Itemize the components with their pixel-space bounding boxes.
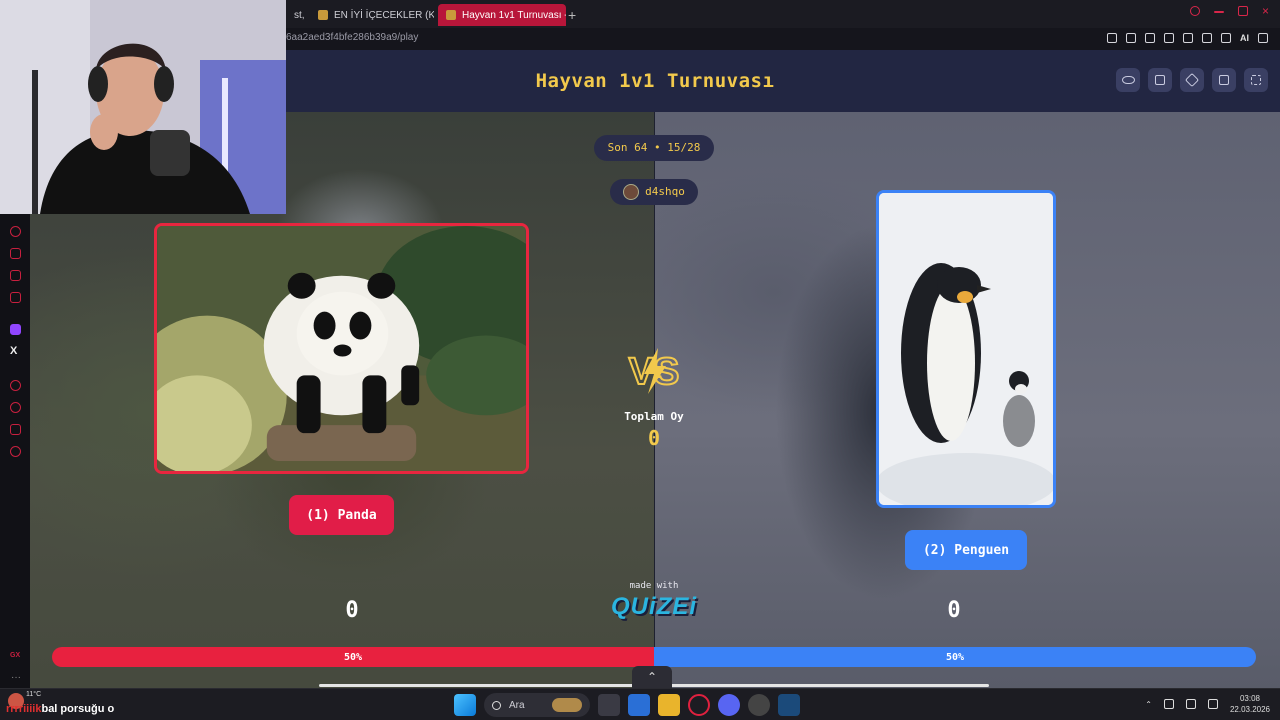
history-icon[interactable] (10, 402, 21, 413)
ai-button[interactable]: AI (1240, 33, 1249, 43)
search-icon (492, 700, 501, 710)
file-explorer-icon[interactable] (658, 694, 680, 716)
discord-icon[interactable] (718, 694, 740, 716)
send-icon (1184, 72, 1200, 88)
ticker-text: bal porsuğu o (41, 703, 115, 715)
browser-sidebar: X GX ··· (0, 214, 30, 688)
microphone-icon[interactable] (1163, 699, 1174, 709)
task-view-icon[interactable] (598, 694, 620, 716)
shop-icon[interactable] (10, 248, 21, 259)
option-2-image[interactable] (876, 190, 1056, 508)
vote-penguen-button[interactable]: (2) Penguen (905, 530, 1027, 570)
option-2-progress: 50% (654, 647, 1256, 667)
option-1-image[interactable] (154, 223, 529, 474)
gx-icon: GX (10, 652, 21, 659)
system-tray: ⌃ 03:08 22.03.2026 (1145, 693, 1270, 715)
date: 22.03.2026 (1229, 705, 1270, 714)
flag-icon (1219, 75, 1229, 85)
url-field[interactable]: 6aa2aed3f4bfe286b39a9/play (286, 32, 418, 43)
music-icon[interactable] (10, 292, 21, 303)
scroll-up-button[interactable]: ⌃ (632, 666, 672, 688)
aria-icon[interactable] (10, 226, 21, 237)
quizei-logo[interactable]: QUiZEi (604, 593, 704, 621)
round-indicator: Son 64 • 15/28 (594, 135, 714, 161)
clock[interactable]: 03:08 22.03.2026 (1230, 693, 1270, 715)
toolbar-icons: AI (1107, 33, 1268, 43)
pin-icon[interactable] (1107, 33, 1117, 43)
twitch-icon[interactable] (10, 324, 21, 335)
vote-panda-button[interactable]: (1) Panda (289, 495, 394, 535)
more-icon[interactable]: ··· (11, 672, 21, 683)
penguin-image (879, 193, 1053, 505)
heart-icon[interactable] (1183, 33, 1193, 43)
copy-button[interactable] (1148, 68, 1172, 92)
minimize-icon[interactable] (1214, 11, 1224, 13)
obs-icon[interactable] (748, 694, 770, 716)
close-window-icon[interactable]: × (1262, 5, 1272, 17)
opera-gx-icon[interactable] (688, 694, 710, 716)
screen: st, EN İYİ İÇECEKLER (KAHVE Hayvan 1v1 T… (0, 0, 1280, 720)
tray-expand-icon[interactable]: ⌃ (1145, 700, 1152, 709)
browser-tab[interactable]: EN İYİ İÇECEKLER (KAHVE (310, 4, 434, 26)
taskbar-apps: Ara (454, 693, 800, 717)
extensions-icon[interactable] (10, 424, 21, 435)
header-actions (1116, 68, 1268, 92)
favicon-icon (318, 10, 328, 20)
windows-start-icon[interactable] (454, 694, 476, 716)
webcam-overlay (0, 0, 286, 214)
tab-title: Hayvan 1v1 Turnuvası - Tier (462, 9, 566, 21)
tab-title: EN İYİ İÇECEKLER (KAHVE (334, 9, 434, 21)
favicon-icon (446, 10, 456, 20)
time: 03:08 (1239, 694, 1260, 703)
shield-icon[interactable] (1145, 33, 1155, 43)
panda-image (157, 226, 526, 471)
username: d4shqo (645, 185, 685, 198)
streamer-webcam-image (0, 0, 286, 214)
user-badge: d4shqo (610, 179, 698, 205)
search-label: Ara (509, 699, 525, 711)
view-button[interactable] (1116, 68, 1140, 92)
browser-tab-active[interactable]: Hayvan 1v1 Turnuvası - Tier× (438, 4, 566, 26)
total-votes-label: Toplam Oy (624, 410, 684, 423)
player-icon[interactable] (10, 380, 21, 391)
report-button[interactable] (1212, 68, 1236, 92)
network-icon[interactable] (1185, 699, 1196, 709)
settings-icon[interactable] (10, 446, 21, 457)
window-controls: × (1190, 5, 1272, 17)
option-2-votes: 0 (947, 598, 961, 623)
ticker-highlight: rrrriiiik (6, 703, 42, 715)
store-icon[interactable] (628, 694, 650, 716)
screenshot-icon[interactable] (1126, 33, 1136, 43)
wallet-icon[interactable] (1202, 33, 1212, 43)
total-votes-value: 0 (647, 426, 661, 450)
fullscreen-button[interactable] (1244, 68, 1268, 92)
taskbar-search[interactable]: Ara (484, 693, 590, 717)
eye-icon (1121, 76, 1135, 84)
volume-icon[interactable] (1207, 699, 1218, 709)
avatar (623, 184, 640, 200)
x-icon[interactable]: X (10, 346, 21, 357)
download-icon[interactable] (1221, 33, 1231, 43)
made-with-label: made with (629, 581, 679, 591)
option-1-progress: 50% (52, 647, 654, 667)
share-button[interactable] (1180, 68, 1204, 92)
steam-icon[interactable] (778, 694, 800, 716)
temperature: 11°C (26, 691, 42, 698)
messenger-icon[interactable] (10, 270, 21, 281)
restore-icon[interactable] (1238, 6, 1248, 16)
fullscreen-icon (1251, 75, 1261, 85)
tab-title: st, (294, 9, 305, 21)
search-highlight-icon (552, 698, 582, 712)
vs-lightning-icon: VS (628, 348, 680, 394)
search-icon[interactable] (1190, 6, 1200, 16)
browser-tab[interactable]: st, (286, 4, 308, 26)
vote-progress-bar: 50% 50% (52, 647, 1256, 667)
play-icon[interactable] (1164, 33, 1174, 43)
windows-taskbar: 11°C rrrriiiikbal porsuğu o Ara ⌃ 03:08 … (0, 688, 1280, 720)
stream-ticker: rrrriiiikbal porsuğu o (6, 703, 114, 715)
menu-icon[interactable] (1258, 33, 1268, 43)
copy-icon (1155, 75, 1165, 85)
new-tab-button[interactable]: + (568, 7, 576, 23)
option-1-votes: 0 (345, 598, 359, 623)
